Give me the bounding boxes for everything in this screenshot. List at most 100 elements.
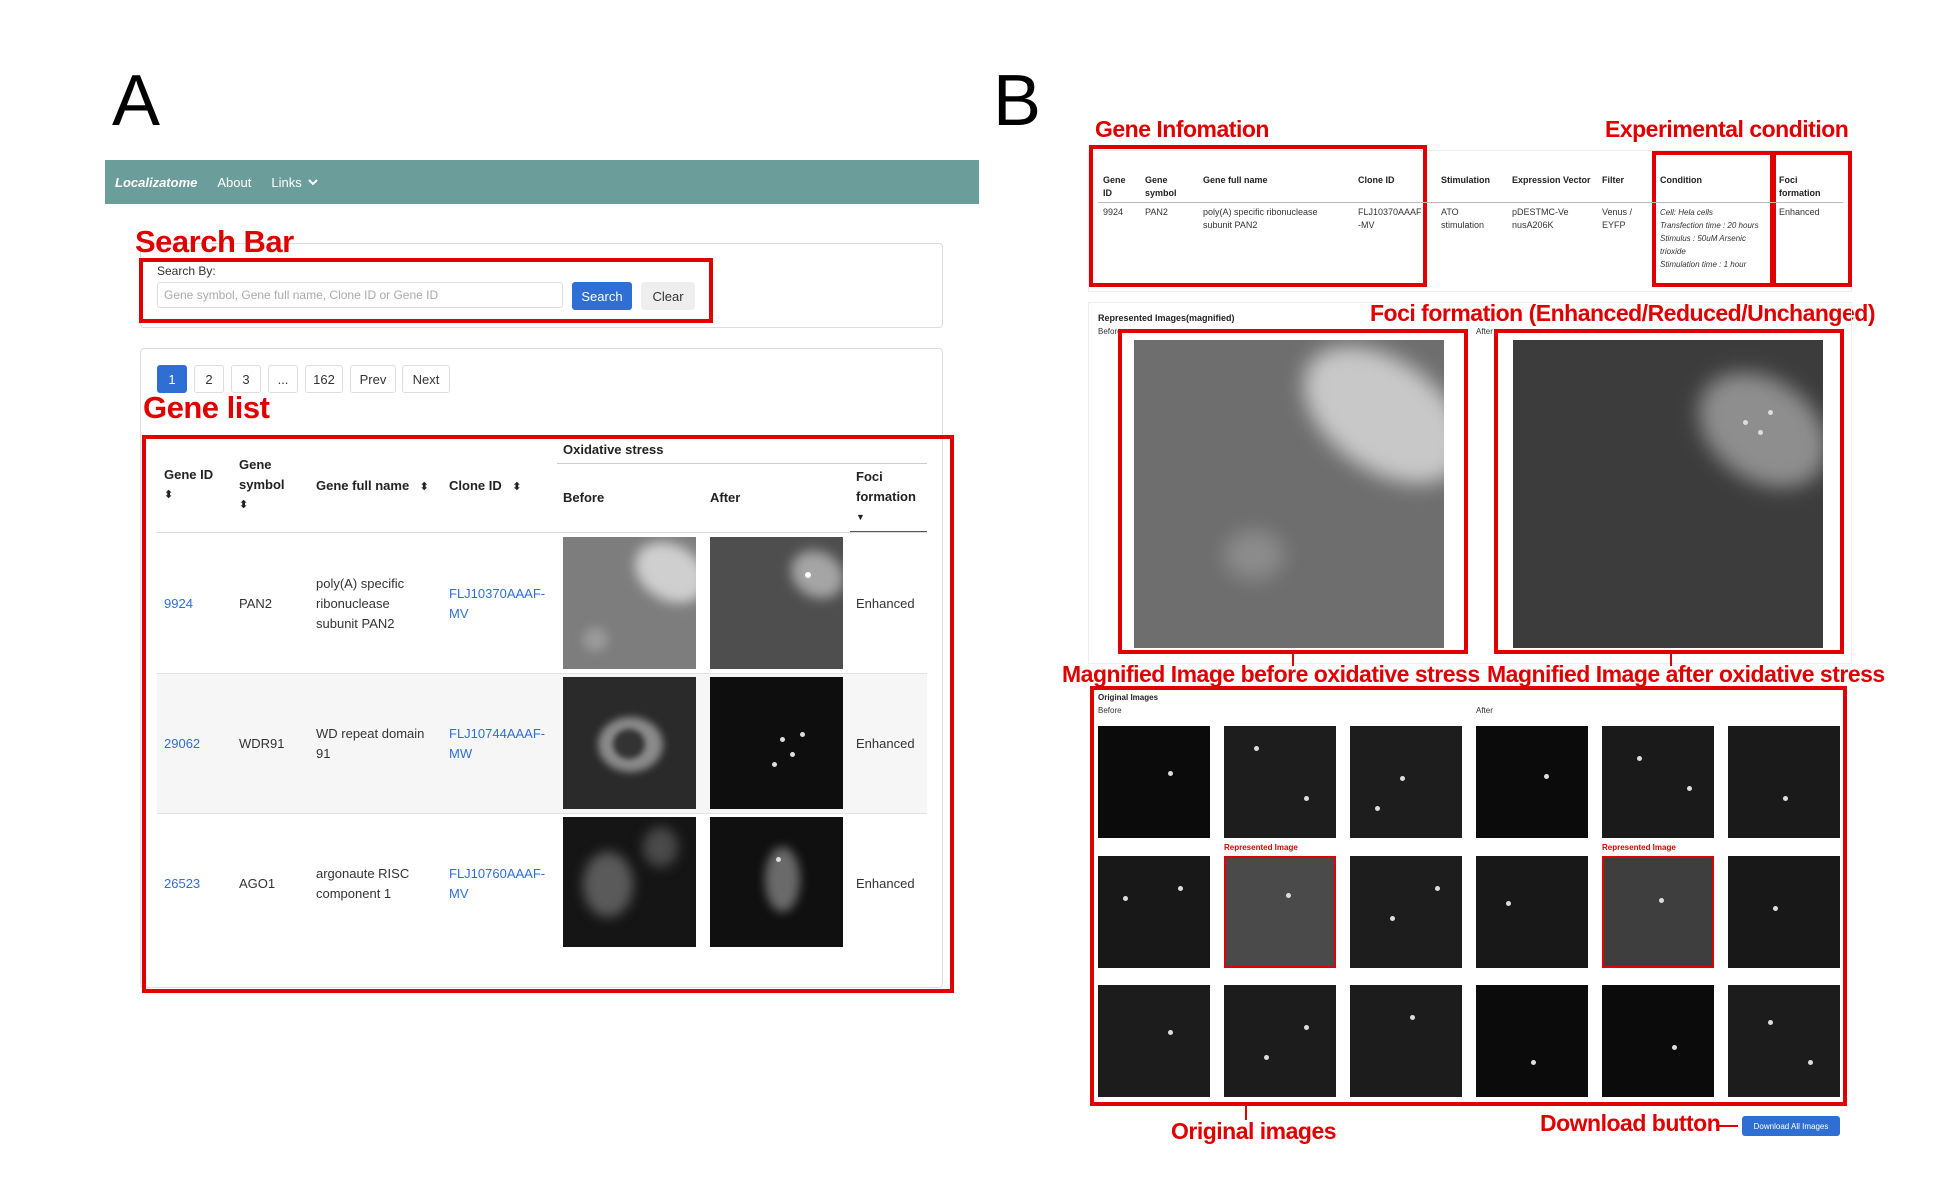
foci-dot <box>780 737 785 742</box>
clone-id-link[interactable]: FLJ10744AAAF-MW <box>449 724 549 764</box>
after-image[interactable] <box>710 817 843 947</box>
original-image[interactable] <box>1728 985 1840 1097</box>
before-image[interactable] <box>563 677 696 809</box>
original-image[interactable] <box>1476 726 1588 838</box>
original-image[interactable] <box>1476 985 1588 1097</box>
foci-dot <box>1304 1025 1309 1030</box>
b-header-divider <box>1098 202 1843 203</box>
gene-list-annotation: Gene list <box>143 390 270 425</box>
original-image[interactable] <box>1350 726 1462 838</box>
original-image[interactable] <box>1476 856 1588 968</box>
original-image[interactable] <box>1350 985 1462 1097</box>
group-header-divider <box>557 463 927 464</box>
original-after-label: After <box>1476 706 1493 715</box>
cell-blob <box>1224 530 1284 580</box>
links-label: Links <box>271 174 302 190</box>
search-bar-annotation: Search Bar <box>135 224 294 259</box>
b-foci-value: Enhanced <box>1779 207 1820 217</box>
original-image[interactable] <box>1602 985 1714 1097</box>
col-header-foci[interactable]: Foci formation ▼ <box>856 467 936 527</box>
page-1-button[interactable]: 1 <box>157 365 187 393</box>
cell-blob <box>1278 340 1444 512</box>
gene-information-annotation: Gene Infomation <box>1095 116 1269 142</box>
col-header-foci-label: Foci formation <box>856 469 916 504</box>
foci-dot <box>1659 898 1664 903</box>
sort-icon: ⬍ <box>239 499 249 511</box>
foci-dot <box>1768 410 1773 415</box>
clear-button[interactable]: Clear <box>641 282 695 310</box>
page-3-button[interactable]: 3 <box>231 365 261 393</box>
b-col-stimulation: Stimulation <box>1441 175 1490 185</box>
col-header-gene-full-name[interactable]: Gene full name ⬍ <box>316 476 429 497</box>
after-image[interactable] <box>710 677 843 809</box>
original-image[interactable] <box>1098 985 1210 1097</box>
original-image[interactable] <box>1224 726 1336 838</box>
col-header-gene-id[interactable]: Gene ID ⬍ <box>164 465 220 505</box>
foci-dot <box>1672 1045 1677 1050</box>
gene-id-link[interactable]: 26523 <box>164 874 200 894</box>
cell-blob <box>765 847 800 912</box>
foci-dot <box>1410 1015 1415 1020</box>
after-image[interactable] <box>710 537 843 669</box>
col-header-gene-id-label: Gene ID <box>164 467 214 482</box>
original-images-title: Original Images <box>1098 693 1159 702</box>
download-all-images-button[interactable]: Download All Images <box>1742 1116 1840 1136</box>
magnified-before-image[interactable] <box>1134 340 1444 648</box>
cell-blob <box>583 852 633 917</box>
col-header-gene-symbol[interactable]: Gene symbol ⬍ <box>239 455 291 515</box>
b-expression-vector: pDESTMC-VenusA206K <box>1512 207 1569 230</box>
b-gene-id-link[interactable]: 9924 <box>1103 206 1123 219</box>
col-header-clone-id[interactable]: Clone ID ⬍ <box>449 476 521 497</box>
before-image[interactable] <box>563 537 696 669</box>
links-dropdown[interactable]: Links <box>271 175 318 190</box>
original-images-annotation: Original images <box>1171 1118 1337 1144</box>
original-image[interactable] <box>1098 856 1210 968</box>
cell-blob <box>1676 348 1823 512</box>
foci-dot <box>1390 916 1395 921</box>
before-image[interactable] <box>563 817 696 947</box>
brand-link[interactable]: Localizatome <box>115 175 197 190</box>
search-input[interactable]: Gene symbol, Gene full name, Clone ID or… <box>157 282 563 308</box>
about-link[interactable]: About <box>217 175 251 190</box>
gene-id-link[interactable]: 29062 <box>164 734 200 754</box>
original-image[interactable] <box>1224 985 1336 1097</box>
foci-dot <box>1304 796 1309 801</box>
search-by-label: Search By: <box>157 264 216 278</box>
represented-after-label: After <box>1476 327 1493 336</box>
b-gene-symbol: PAN2 <box>1145 207 1168 217</box>
b-col-expression-vector: Expression Vector <box>1512 175 1591 185</box>
foci-dot <box>1783 796 1788 801</box>
page-162-button[interactable]: 162 <box>305 365 343 393</box>
clone-id-link[interactable]: FLJ10370AAAF-MV <box>449 584 549 624</box>
magnified-after-image[interactable] <box>1513 340 1823 648</box>
page-2-button[interactable]: 2 <box>194 365 224 393</box>
foci-dot <box>1254 746 1259 751</box>
original-image[interactable] <box>1098 726 1210 838</box>
original-image[interactable] <box>1728 726 1840 838</box>
gene-symbol: WDR91 <box>239 736 285 751</box>
original-image-represented[interactable] <box>1602 856 1714 968</box>
b-col-foci: Foci formation <box>1779 175 1821 198</box>
b-condition-list: Cell: Hela cells Transfection time : 20 … <box>1660 206 1772 271</box>
foci-dot <box>1123 896 1128 901</box>
sort-icon: ⬍ <box>419 481 429 493</box>
foci-value: Enhanced <box>856 736 915 751</box>
original-image[interactable] <box>1602 726 1714 838</box>
b-col-filter: Filter <box>1602 175 1625 185</box>
search-button[interactable]: Search <box>572 282 632 310</box>
original-image-represented[interactable] <box>1224 856 1336 968</box>
original-image[interactable] <box>1350 856 1462 968</box>
cell-blob <box>583 627 608 652</box>
foci-dot <box>1435 886 1440 891</box>
foci-dot <box>1637 756 1642 761</box>
foci-dot <box>1168 771 1173 776</box>
next-button[interactable]: Next <box>402 365 450 393</box>
b-clone-id-link[interactable]: FLJ10370AAAF-MV <box>1358 206 1424 232</box>
prev-button[interactable]: Prev <box>350 365 396 393</box>
clone-id-link[interactable]: FLJ10760AAAF-MV <box>449 864 549 904</box>
original-image[interactable] <box>1728 856 1840 968</box>
row-divider <box>157 673 927 674</box>
foci-dot <box>1743 420 1748 425</box>
gene-id-link[interactable]: 9924 <box>164 594 193 614</box>
gene-full-name: argonaute RISC component 1 <box>316 866 410 901</box>
